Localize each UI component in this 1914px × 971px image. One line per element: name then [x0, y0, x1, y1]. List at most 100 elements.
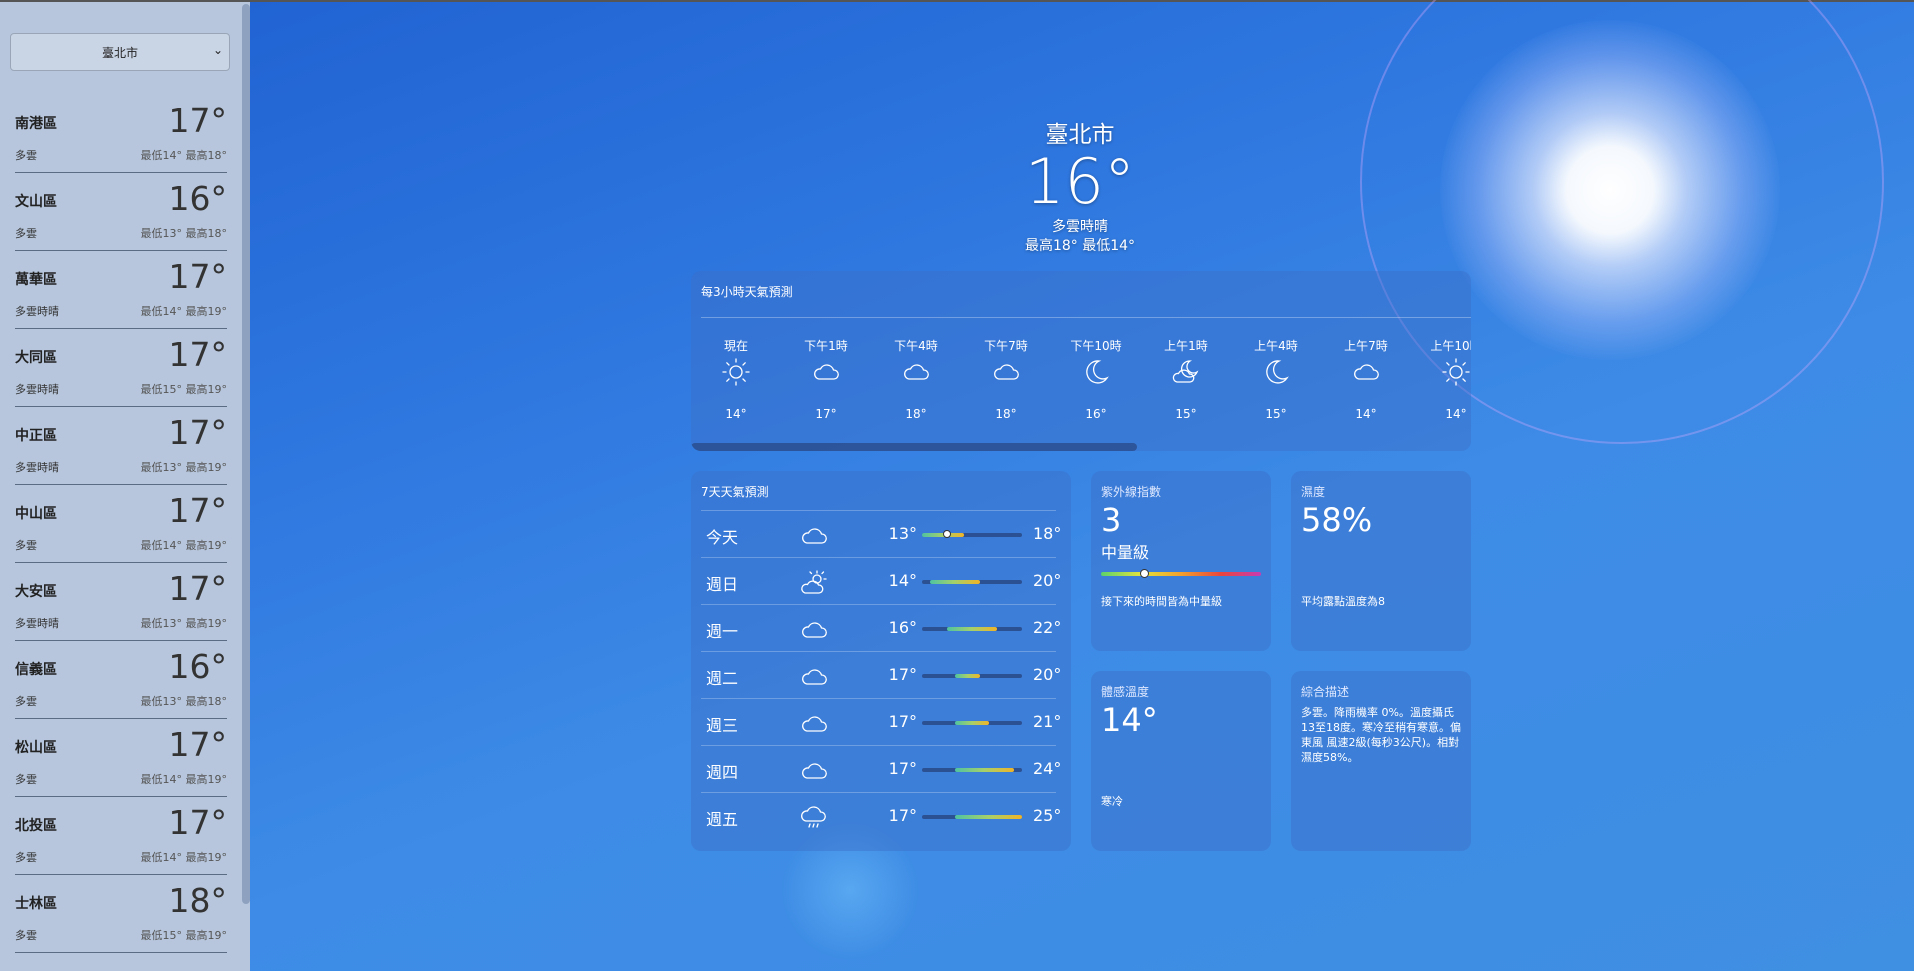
daily-forecast-card: 7天天氣預測 今天 13° 18° 週日 14° 20° 週一 16° 22° 週二 17° 20° 週…	[691, 471, 1071, 851]
daily-low: 17°	[888, 665, 917, 684]
hourly-temp: 14°	[1445, 407, 1467, 421]
moon-icon	[1081, 357, 1111, 387]
hourly-item: 上午10時 14°	[1421, 337, 1471, 421]
city-select[interactable]: 臺北市 ⌄	[10, 33, 230, 71]
hourly-time: 現在	[723, 339, 748, 353]
daily-low: 17°	[888, 806, 917, 825]
hourly-time: 上午7時	[1344, 339, 1388, 353]
rain-cloud-icon	[799, 803, 827, 831]
district-name: 松山區	[15, 740, 57, 756]
daily-day: 週三	[706, 716, 739, 735]
hourly-temp: 15°	[1265, 407, 1287, 421]
daily-range-fill	[930, 580, 981, 584]
cloud-icon	[991, 357, 1021, 387]
daily-range-bar	[922, 815, 1022, 819]
hourly-time: 上午1時	[1164, 339, 1208, 353]
summary-text: 多雲。降雨機率 0%。溫度攝氏13至18度。寒冷至稍有寒意。偏東風 風速2級(每…	[1301, 706, 1461, 764]
district-row[interactable]: 中山區 17° 多雲 最低14° 最高19°	[15, 485, 227, 563]
current-condition: 多雲時晴	[1052, 219, 1108, 235]
sun-icon	[1441, 357, 1471, 387]
sun-cloud-icon	[799, 568, 827, 596]
hourly-title: 每3小時天氣預測	[701, 285, 793, 299]
daily-range-bar	[922, 674, 1022, 678]
daily-row: 週四 17° 24°	[701, 745, 1061, 793]
daily-low: 17°	[888, 712, 917, 731]
city-select-value: 臺北市	[101, 45, 138, 60]
district-range: 最低14° 最高18°	[140, 149, 228, 162]
district-condition: 多雲	[15, 227, 37, 240]
daily-day: 週四	[706, 763, 739, 782]
district-temp: 17°	[168, 257, 228, 296]
uv-level: 中量級	[1101, 543, 1150, 562]
district-name: 士林區	[15, 896, 57, 912]
district-row[interactable]: 萬華區 17° 多雲時晴 最低14° 最高19°	[15, 251, 227, 329]
daily-high: 25°	[1033, 806, 1062, 825]
daily-high: 24°	[1033, 759, 1062, 778]
feels-like-title: 體感溫度	[1101, 685, 1150, 699]
district-range: 最低14° 最高19°	[140, 305, 228, 318]
daily-range-bar	[922, 627, 1022, 631]
district-condition: 多雲	[15, 929, 37, 942]
daily-range-fill	[955, 815, 1022, 819]
sun-glow	[1440, 20, 1780, 360]
district-temp: 17°	[168, 335, 228, 374]
daily-low: 16°	[888, 618, 917, 637]
hourly-item: 上午4時 15°	[1241, 337, 1311, 421]
hourly-item: 下午4時 18°	[881, 337, 951, 421]
hourly-item: 下午10時 16°	[1061, 337, 1131, 421]
daily-low: 17°	[888, 759, 917, 778]
hourly-temp: 18°	[905, 407, 927, 421]
district-row[interactable]: 文山區 16° 多雲 最低13° 最高18°	[15, 173, 227, 251]
district-range: 最低13° 最高18°	[140, 695, 228, 708]
district-name: 萬華區	[15, 272, 57, 288]
district-row[interactable]: 大安區 17° 多雲時晴 最低13° 最高19°	[15, 563, 227, 641]
hourly-temp: 14°	[1355, 407, 1377, 421]
daily-range-bar	[922, 721, 1022, 725]
district-condition: 多雲	[15, 773, 37, 786]
daily-range-bar	[922, 580, 1022, 584]
district-condition: 多雲	[15, 851, 37, 864]
district-range: 最低14° 最高19°	[140, 773, 228, 786]
district-row[interactable]: 中正區 17° 多雲時晴 最低13° 最高19°	[15, 407, 227, 485]
hourly-scrollbar[interactable]	[691, 443, 1137, 451]
district-row[interactable]: 士林區 18° 多雲 最低15° 最高19°	[15, 875, 227, 953]
uv-title: 紫外線指數	[1101, 485, 1162, 499]
district-row[interactable]: 大同區 17° 多雲時晴 最低15° 最高19°	[15, 329, 227, 407]
hourly-time: 下午1時	[804, 339, 848, 353]
district-row[interactable]: 信義區 16° 多雲 最低13° 最高18°	[15, 641, 227, 719]
humidity-title: 濕度	[1301, 485, 1326, 499]
uv-indicator	[1140, 569, 1150, 578]
chevron-down-icon: ⌄	[212, 43, 223, 57]
district-row[interactable]: 南港區 17° 多雲 最低14° 最高18°	[15, 95, 227, 173]
district-sidebar: 臺北市 ⌄ 南港區 17° 多雲 最低14° 最高18° 文山區 16° 多雲 最低13° 最…	[0, 2, 250, 971]
daily-range-fill	[955, 674, 981, 678]
uv-note: 接下來的時間皆為中量級	[1101, 595, 1222, 608]
district-condition: 多雲	[15, 695, 37, 708]
hourly-forecast-card[interactable]: 每3小時天氣預測 現在 14° 下午1時 17° 下午4時 18° 下午7時 18° 下午10時…	[691, 271, 1471, 451]
cloud-icon	[799, 662, 827, 690]
sidebar-scrollbar[interactable]	[242, 4, 250, 904]
daily-row: 今天 13° 18°	[701, 510, 1061, 558]
current-temp: 16°	[1025, 145, 1135, 218]
hourly-item: 下午1時 17°	[791, 337, 861, 421]
district-temp: 18°	[168, 881, 228, 920]
moon-icon	[1261, 357, 1291, 387]
district-row[interactable]: 北投區 17° 多雲 最低14° 最高19°	[15, 797, 227, 875]
cloud-icon	[799, 756, 827, 784]
hourly-time: 下午10時	[1070, 339, 1122, 353]
feels-like-note: 寒冷	[1101, 795, 1123, 808]
district-condition: 多雲	[15, 149, 37, 162]
daily-title: 7天天氣預測	[701, 485, 769, 499]
district-name: 大安區	[15, 584, 57, 600]
district-row[interactable]: 松山區 17° 多雲 最低14° 最高19°	[15, 719, 227, 797]
district-range: 最低15° 最高19°	[140, 929, 228, 942]
daily-row: 週一 16° 22°	[701, 604, 1061, 652]
sun-icon	[721, 357, 751, 387]
hourly-item: 現在 14°	[701, 337, 771, 421]
district-name: 南港區	[15, 116, 57, 132]
district-name: 信義區	[15, 662, 57, 678]
daily-range-fill	[955, 721, 989, 725]
hourly-item: 上午1時 15°	[1151, 337, 1221, 421]
humidity-card: 濕度 58% 平均露點溫度為8	[1291, 471, 1471, 651]
summary-title: 綜合描述	[1301, 685, 1350, 699]
